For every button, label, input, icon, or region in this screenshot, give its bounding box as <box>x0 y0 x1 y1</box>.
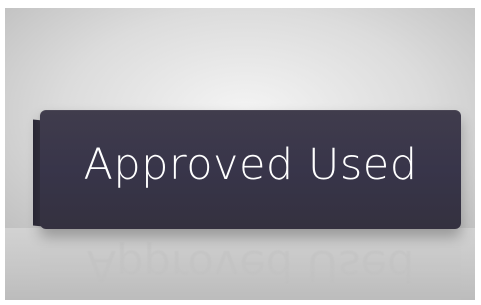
photo-frame: Approved Used Approved Used <box>5 8 475 300</box>
sign-reflection: Approved Used <box>40 240 461 300</box>
approved-used-sign: Approved Used <box>40 110 461 229</box>
sign-label: Approved Used <box>83 140 418 190</box>
reflection-fade <box>40 240 461 300</box>
